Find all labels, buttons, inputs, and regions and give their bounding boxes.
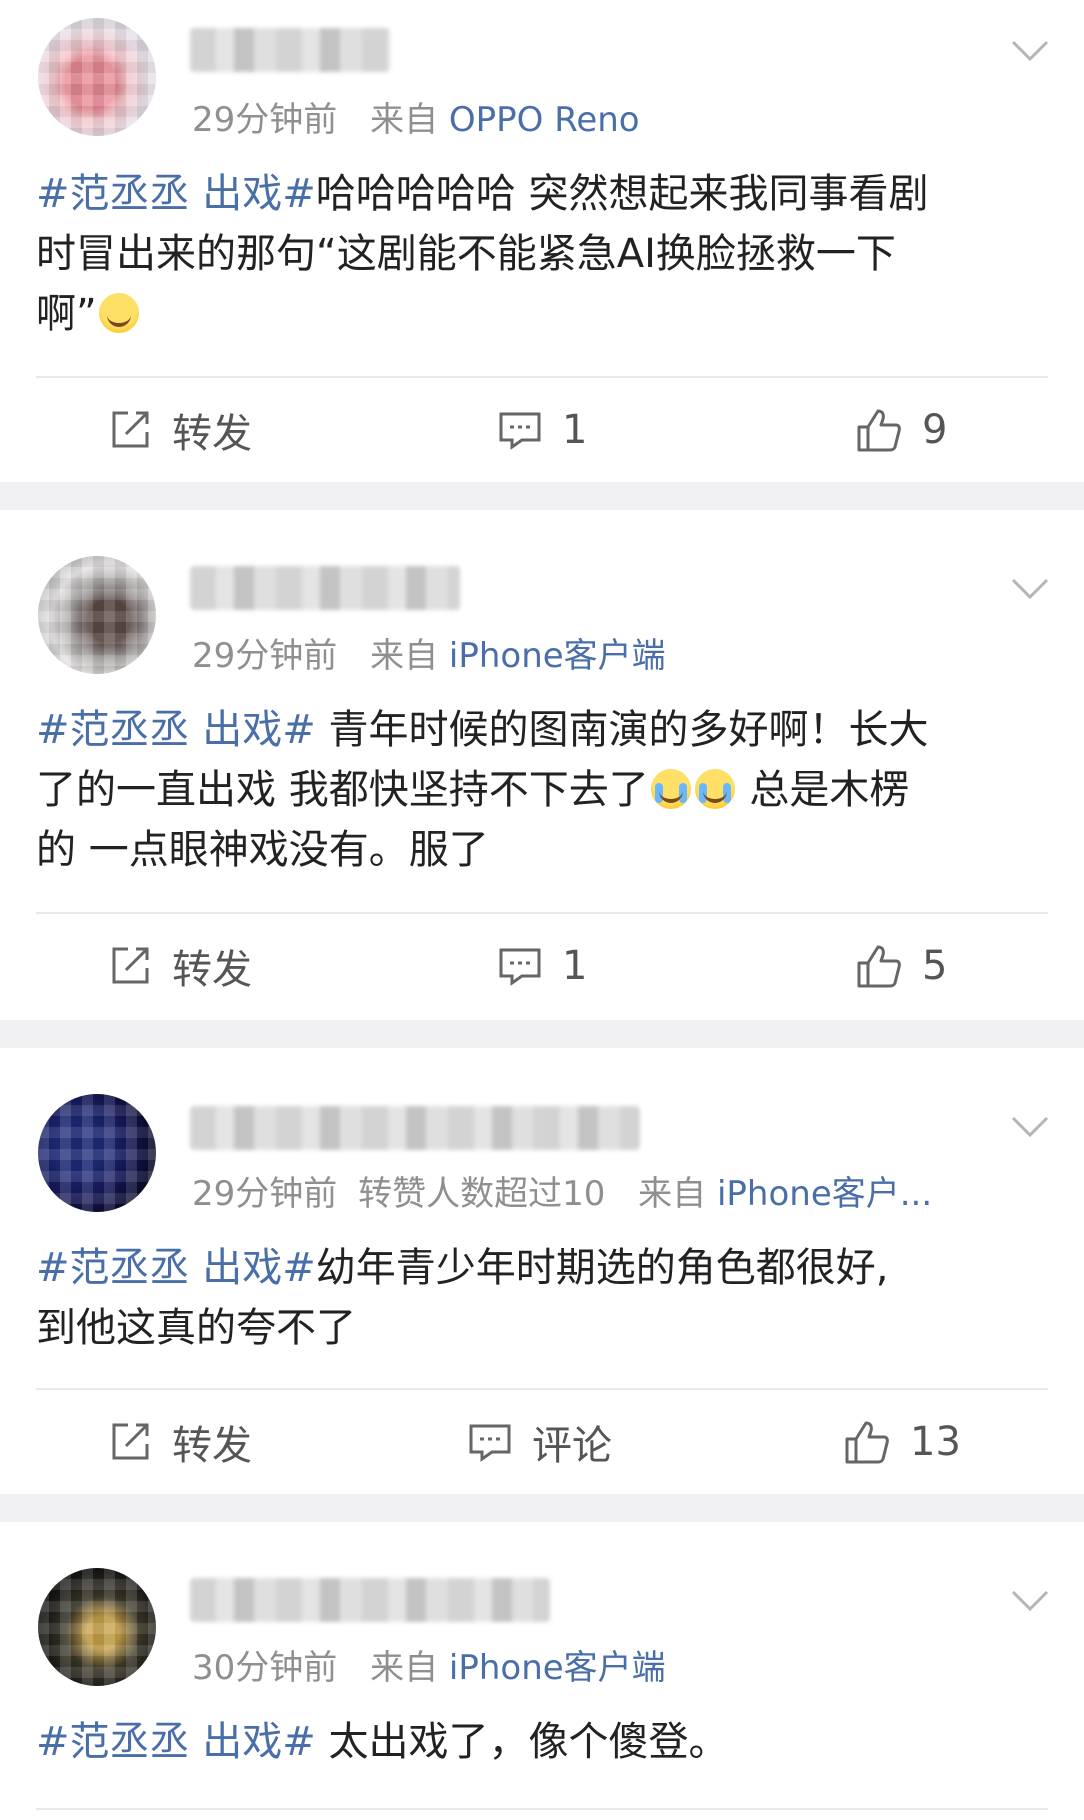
repost-label: 转发 bbox=[172, 1423, 252, 1469]
hashtag-link[interactable]: #范丞丞 出戏# bbox=[36, 171, 316, 217]
source-prefix: 来自 bbox=[370, 636, 439, 676]
repost-label: 转发 bbox=[172, 411, 252, 457]
avatar[interactable] bbox=[38, 556, 156, 674]
like-button[interactable]: 5 bbox=[856, 916, 947, 1016]
hashtag-link[interactable]: #范丞丞 出戏# bbox=[36, 707, 316, 753]
like-count: 9 bbox=[922, 407, 948, 453]
comment-bubble-icon bbox=[469, 1424, 511, 1462]
comment-text: #范丞丞 出戏#哈哈哈哈哈 突然想起来我同事看剧 时冒出来的那句“这剧能不能紧急… bbox=[36, 164, 1058, 344]
avatar[interactable] bbox=[38, 1568, 156, 1686]
like-button[interactable]: 13 bbox=[844, 1392, 961, 1492]
divider bbox=[36, 912, 1048, 914]
avatar[interactable] bbox=[38, 1094, 156, 1212]
chevron-down-icon[interactable] bbox=[1010, 1588, 1050, 1614]
repost-button[interactable]: 转发 bbox=[108, 1392, 252, 1492]
crying-emoji-icon bbox=[694, 769, 735, 809]
text-line: 哈哈哈哈哈 突然想起来我同事看剧 bbox=[315, 171, 929, 217]
post-popularity: 转赞人数超过10 bbox=[358, 1174, 606, 1214]
text-line: 啊” bbox=[36, 291, 97, 337]
text-line: 时冒出来的那句“这剧能不能紧急AI换脸拯救一下 bbox=[36, 231, 896, 277]
comment-button[interactable]: 评论 bbox=[468, 1392, 612, 1492]
text-line: 青年时候的图南演的多好啊！长大 bbox=[315, 707, 929, 753]
comment-card: 29分钟前 来自 iPhone客户端 #范丞丞 出戏# 青年时候的图南演的多好啊… bbox=[0, 510, 1084, 1020]
laugh-cry-emoji-icon bbox=[98, 293, 139, 333]
source-device[interactable]: OPPO Reno bbox=[449, 100, 640, 140]
avatar[interactable] bbox=[38, 18, 156, 136]
comment-text: #范丞丞 出戏# 太出戏了，像个傻登。 bbox=[36, 1712, 1058, 1772]
like-count: 5 bbox=[922, 943, 948, 989]
text-line: 到他这真的夸不了 bbox=[36, 1305, 356, 1351]
text-line: 总是木楞 bbox=[736, 767, 910, 813]
thumbs-up-icon bbox=[857, 945, 901, 988]
comment-text: #范丞丞 出戏#幼年青少年时期选的角色都很好, 到他这真的夸不了 bbox=[36, 1238, 1058, 1358]
comment-card: 29分钟前 转赞人数超过10 来自 iPhone客户... #范丞丞 出戏#幼年… bbox=[0, 1048, 1084, 1494]
comment-button[interactable]: 1 bbox=[498, 380, 587, 480]
comment-feed: 29分钟前 来自 OPPO Reno #范丞丞 出戏#哈哈哈哈哈 突然想起来我同… bbox=[0, 0, 1084, 1820]
source-device[interactable]: iPhone客户... bbox=[717, 1174, 932, 1214]
share-square-icon bbox=[112, 1423, 149, 1460]
post-time: 30分钟前 bbox=[192, 1648, 338, 1688]
post-meta: 29分钟前 来自 iPhone客户端 bbox=[192, 628, 666, 677]
action-bar: 转发 1 5 bbox=[0, 916, 1084, 1016]
divider bbox=[36, 376, 1048, 378]
source-device[interactable]: iPhone客户端 bbox=[449, 1648, 666, 1688]
post-meta: 29分钟前 转赞人数超过10 来自 iPhone客户... bbox=[192, 1166, 932, 1215]
crying-emoji-icon bbox=[650, 769, 691, 809]
comment-card: 29分钟前 来自 OPPO Reno #范丞丞 出戏#哈哈哈哈哈 突然想起来我同… bbox=[0, 0, 1084, 482]
post-time: 29分钟前 bbox=[192, 636, 338, 676]
repost-label: 转发 bbox=[172, 947, 252, 993]
chevron-down-icon[interactable] bbox=[1010, 576, 1050, 602]
comment-card: 30分钟前 来自 iPhone客户端 #范丞丞 出戏# 太出戏了，像个傻登。 bbox=[0, 1522, 1084, 1820]
source-device[interactable]: iPhone客户端 bbox=[449, 636, 666, 676]
chevron-down-icon[interactable] bbox=[1010, 1114, 1050, 1140]
text-line: 太出戏了，像个傻登。 bbox=[315, 1719, 729, 1765]
share-square-icon bbox=[112, 947, 149, 984]
thumbs-up-icon bbox=[845, 1421, 889, 1464]
text-line: 的 一点眼神戏没有。服了 bbox=[36, 827, 489, 873]
share-square-icon bbox=[112, 411, 149, 448]
post-meta: 30分钟前 来自 iPhone客户端 bbox=[192, 1640, 666, 1689]
username-blurred[interactable] bbox=[190, 566, 460, 610]
divider bbox=[36, 1808, 1048, 1810]
divider bbox=[36, 1388, 1048, 1390]
post-time: 29分钟前 bbox=[192, 100, 338, 140]
source-prefix: 来自 bbox=[370, 100, 439, 140]
comment-button[interactable]: 1 bbox=[498, 916, 587, 1016]
text-line: 幼年青少年时期选的角色都很好, bbox=[315, 1245, 889, 1291]
text-line: 了的一直出戏 我都快坚持不下去了 bbox=[36, 767, 649, 813]
thumbs-up-icon bbox=[857, 409, 901, 452]
username-blurred[interactable] bbox=[190, 28, 390, 72]
hashtag-link[interactable]: #范丞丞 出戏# bbox=[36, 1719, 316, 1765]
comment-bubble-icon bbox=[499, 948, 541, 986]
comment-count: 1 bbox=[562, 407, 588, 453]
comment-text: #范丞丞 出戏# 青年时候的图南演的多好啊！长大 了的一直出戏 我都快坚持不下去… bbox=[36, 700, 1058, 880]
action-bar: 转发 1 9 bbox=[0, 380, 1084, 480]
username-blurred[interactable] bbox=[190, 1578, 550, 1622]
repost-button[interactable]: 转发 bbox=[108, 916, 252, 1016]
hashtag-link[interactable]: #范丞丞 出戏# bbox=[36, 1245, 316, 1291]
post-time: 29分钟前 bbox=[192, 1174, 338, 1214]
source-prefix: 来自 bbox=[370, 1648, 439, 1688]
comment-count: 1 bbox=[562, 943, 588, 989]
source-prefix: 来自 bbox=[638, 1174, 707, 1214]
action-bar: 转发 评论 13 bbox=[0, 1392, 1084, 1492]
comment-bubble-icon bbox=[499, 412, 541, 450]
chevron-down-icon[interactable] bbox=[1010, 38, 1050, 64]
comment-label: 评论 bbox=[532, 1423, 612, 1469]
like-count: 13 bbox=[910, 1419, 961, 1465]
like-button[interactable]: 9 bbox=[856, 380, 947, 480]
username-blurred[interactable] bbox=[190, 1106, 640, 1150]
post-meta: 29分钟前 来自 OPPO Reno bbox=[192, 92, 640, 141]
repost-button[interactable]: 转发 bbox=[108, 380, 252, 480]
